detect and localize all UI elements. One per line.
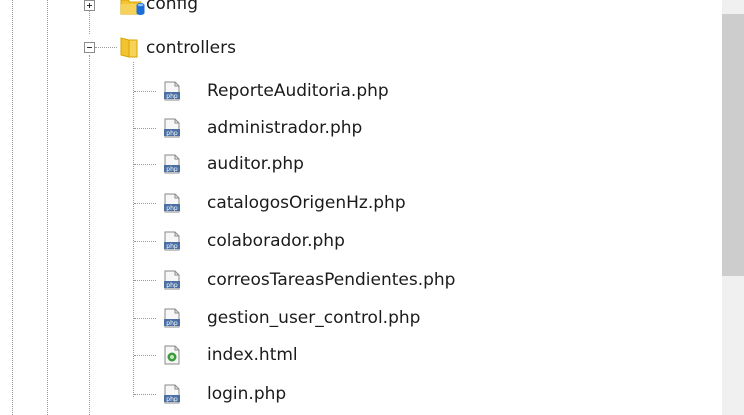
- svg-text:php: php: [166, 205, 178, 212]
- file-label: catalogosOrigenHz.php: [207, 193, 406, 213]
- tree-connector: [134, 241, 156, 242]
- file-label: ReporteAuditoria.php: [207, 81, 389, 101]
- collapse-toggle[interactable]: [84, 42, 95, 53]
- project-tree: config controllers php ReporteAuditoria.…: [0, 0, 722, 415]
- file-label: index.html: [207, 345, 298, 365]
- file-label: gestion_user_control.php: [207, 308, 421, 328]
- svg-text:php: php: [166, 130, 178, 137]
- svg-text:php: php: [166, 320, 178, 327]
- tree-connector: [134, 128, 156, 129]
- svg-text:php: php: [166, 396, 178, 403]
- tree-connector: [134, 203, 156, 204]
- tree-item-file[interactable]: php administrador.php: [134, 116, 634, 144]
- tree-connector: [134, 280, 156, 281]
- tree-guide-line: [47, 0, 48, 415]
- file-label: auditor.php: [207, 154, 304, 174]
- tree-connector: [95, 47, 117, 48]
- tree-item-file[interactable]: php colaborador.php: [134, 229, 634, 257]
- tree-item-label: controllers: [146, 38, 236, 58]
- tree-guide-line: [12, 0, 13, 415]
- tree-connector: [134, 318, 156, 319]
- php-file-icon: php: [164, 118, 180, 138]
- tree-item-file[interactable]: php login.php: [134, 382, 634, 410]
- tree-connector: [134, 394, 156, 395]
- tree-connector: [134, 91, 156, 92]
- tree-item-file[interactable]: php catalogosOrigenHz.php: [134, 191, 634, 219]
- php-file-icon: php: [164, 384, 180, 404]
- vertical-scrollbar[interactable]: [722, 0, 744, 415]
- scrollbar-thumb[interactable]: [722, 14, 744, 276]
- svg-text:php: php: [166, 282, 178, 289]
- php-file-icon: php: [164, 154, 180, 174]
- php-file-icon: php: [164, 270, 180, 290]
- file-label: administrador.php: [207, 118, 363, 138]
- html-file-icon: [164, 345, 180, 365]
- svg-text:php: php: [166, 93, 178, 100]
- tree-connector: [134, 355, 156, 356]
- tree-item-controllers[interactable]: controllers: [80, 34, 380, 62]
- php-file-icon: php: [164, 193, 180, 213]
- tree-guide-line: [89, 55, 90, 415]
- expand-toggle[interactable]: [84, 0, 95, 11]
- tree-item-file[interactable]: php ReporteAuditoria.php: [134, 79, 634, 107]
- php-file-icon: php: [164, 308, 180, 328]
- file-label: colaborador.php: [207, 231, 345, 251]
- tree-item-file[interactable]: php gestion_user_control.php: [134, 306, 634, 334]
- tree-item-file[interactable]: php auditor.php: [134, 152, 634, 180]
- tree-connector: [134, 164, 156, 165]
- php-file-icon: php: [164, 231, 180, 251]
- file-label: correosTareasPendientes.php: [207, 270, 456, 290]
- tree-item-file[interactable]: php correosTareasPendientes.php: [134, 268, 654, 296]
- php-file-icon: php: [164, 81, 180, 101]
- svg-text:php: php: [166, 243, 178, 250]
- svg-text:php: php: [166, 166, 178, 173]
- tree-item-label: config: [146, 0, 199, 14]
- folder-open-icon: [120, 37, 138, 58]
- tree-item-file[interactable]: index.html: [134, 343, 634, 371]
- database-icon: [136, 3, 145, 15]
- file-label: login.php: [207, 384, 287, 404]
- tree-item-config[interactable]: config: [80, 0, 380, 18]
